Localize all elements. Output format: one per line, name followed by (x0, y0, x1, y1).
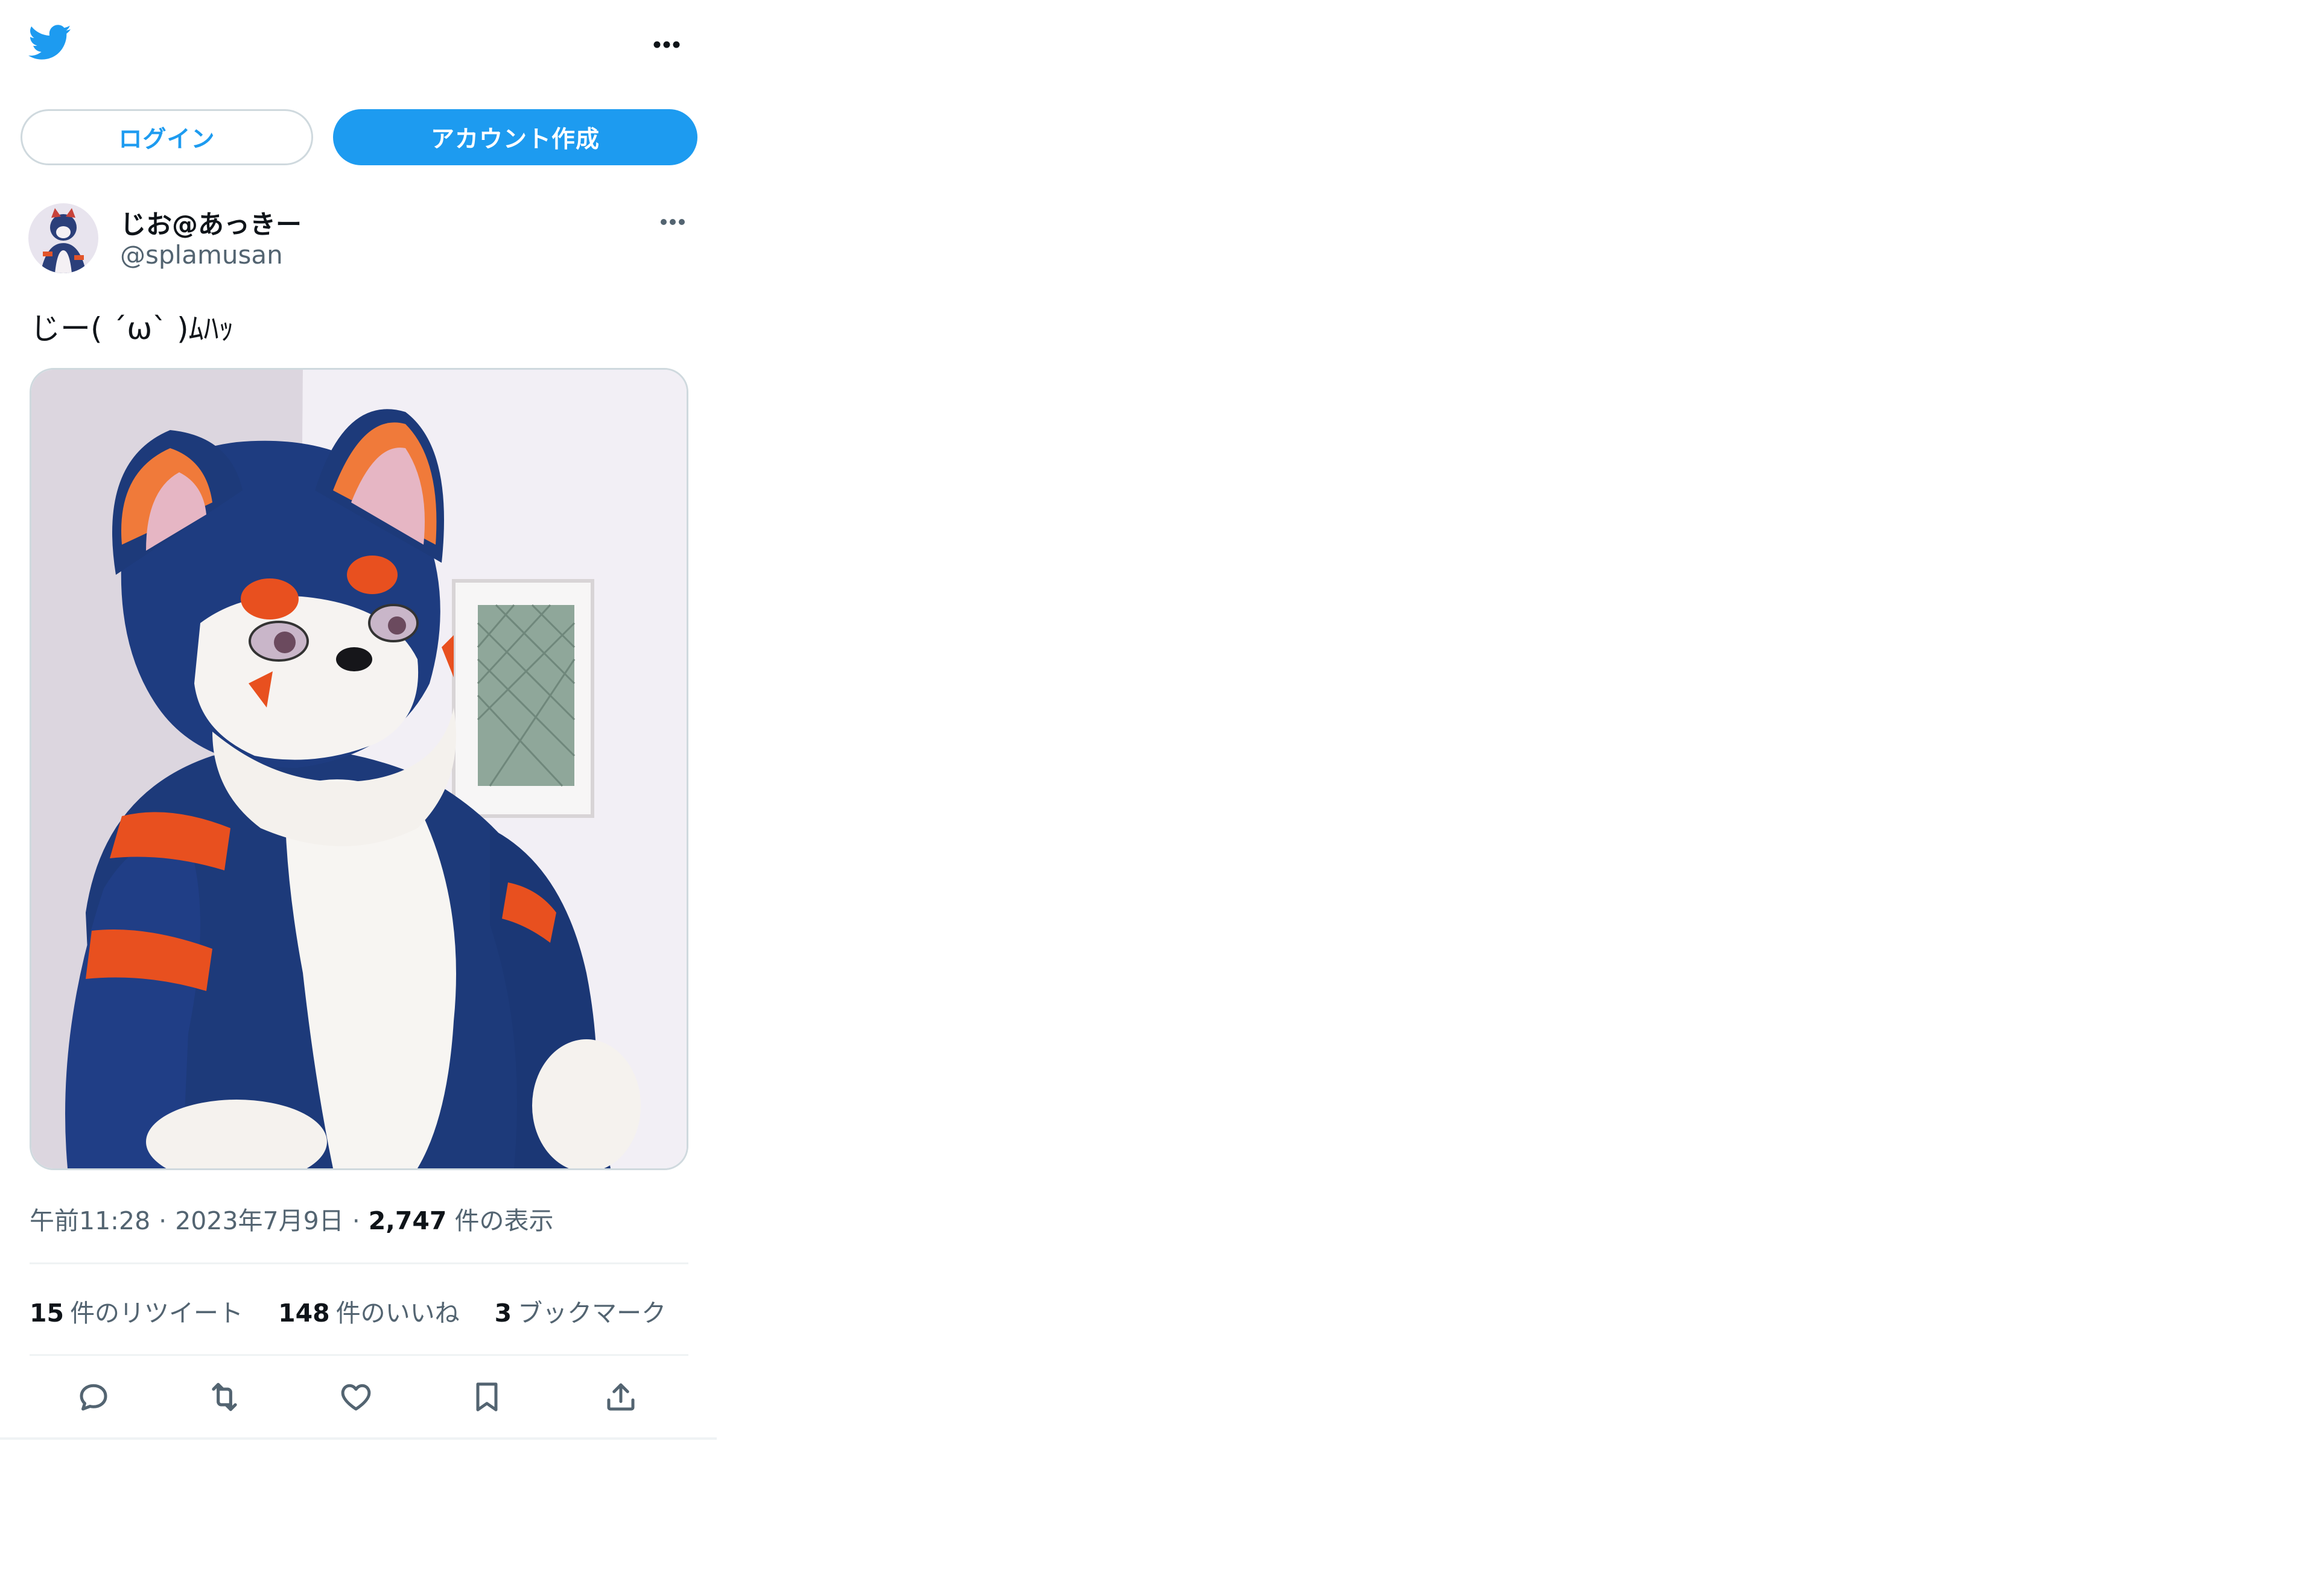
meta-separator: · (352, 1206, 360, 1235)
retweets-count: 15 (30, 1299, 65, 1328)
likes-stat[interactable]: 148 件のいいね (278, 1293, 460, 1329)
twitter-bird-icon[interactable] (28, 24, 72, 62)
author-display-name[interactable]: じお@あっきー (120, 204, 302, 241)
more-horizontal-icon[interactable] (649, 31, 685, 58)
tweet-more-icon[interactable] (655, 211, 691, 233)
login-button[interactable]: ログイン (21, 109, 313, 165)
like-icon[interactable] (334, 1375, 378, 1419)
bookmarks-label: ブックマーク (518, 1299, 667, 1328)
share-icon[interactable] (599, 1375, 643, 1419)
tweet-meta: 午前11:28 · 2023年7月9日 · 2,747 件の表示 (30, 1200, 554, 1237)
tweet-page: ログイン アカウント作成 じお@あっきー @splamusan じー( ´ω` … (0, 0, 717, 1440)
meta-separator: · (159, 1206, 167, 1235)
views-count: 2,747 (368, 1206, 447, 1235)
tweet-media-image[interactable] (30, 368, 688, 1170)
likes-label: 件のいいね (335, 1299, 460, 1328)
signup-button[interactable]: アカウント作成 (333, 109, 697, 165)
tweet-time[interactable]: 午前11:28 (30, 1206, 150, 1235)
divider (30, 1262, 688, 1264)
retweets-stat[interactable]: 15 件のリツイート (30, 1293, 243, 1329)
avatar[interactable] (28, 203, 98, 273)
bookmarks-stat[interactable]: 3 ブックマーク (495, 1293, 667, 1329)
views-label: 件の表示 (454, 1206, 554, 1235)
divider (30, 1354, 688, 1356)
retweets-label: 件のリツイート (70, 1299, 244, 1328)
retweet-icon[interactable] (203, 1375, 246, 1419)
tweet-date[interactable]: 2023年7月9日 (175, 1206, 344, 1235)
likes-count: 148 (278, 1299, 330, 1328)
reply-icon[interactable] (72, 1375, 115, 1419)
tweet-stats: 15 件のリツイート 148 件のいいね 3 ブックマーク (30, 1293, 701, 1329)
tweet-text: じー( ´ω` )ﾑﾊｯ (30, 311, 234, 346)
author-handle[interactable]: @splamusan (120, 240, 283, 270)
tweet-action-bar (0, 1375, 717, 1419)
bookmarks-count: 3 (494, 1299, 512, 1328)
bookmark-icon[interactable] (465, 1375, 509, 1419)
